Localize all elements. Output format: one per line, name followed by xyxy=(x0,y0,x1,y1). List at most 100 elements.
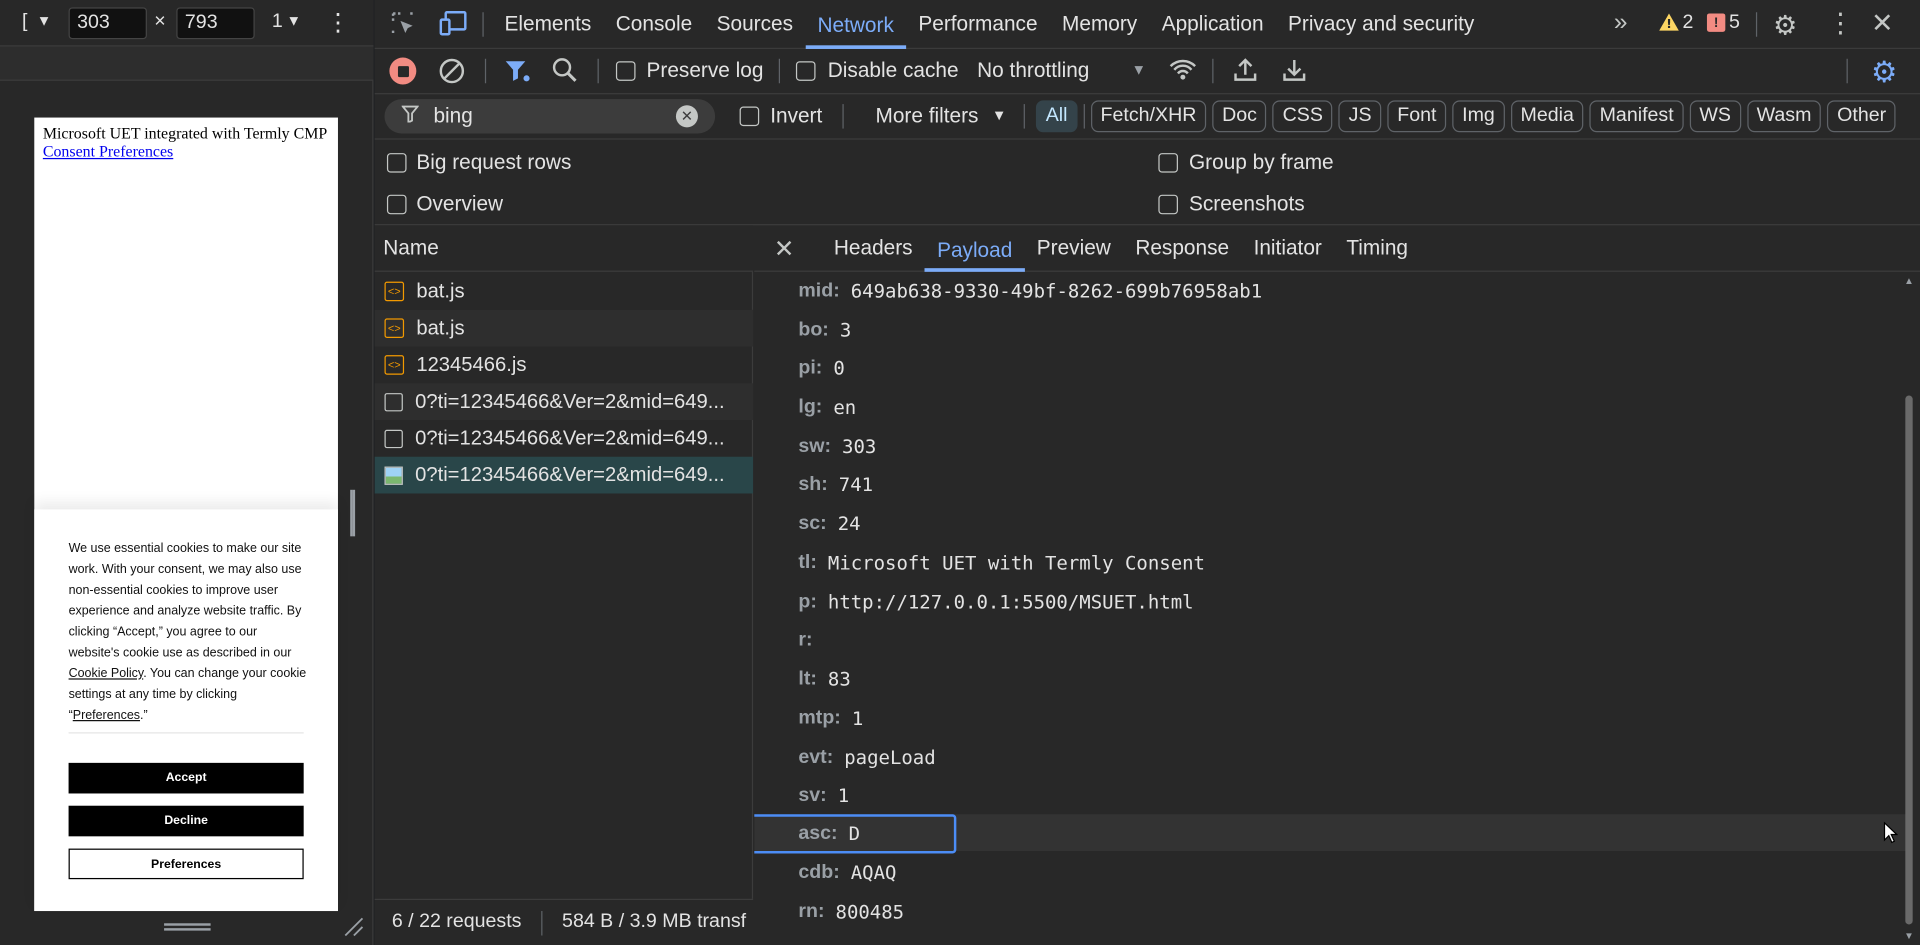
overview-checkbox[interactable] xyxy=(386,194,407,215)
tab-application[interactable]: Application xyxy=(1149,12,1275,36)
chevron-down-icon[interactable]: ▼ xyxy=(1131,61,1146,78)
payload-param[interactable]: mtp: 1 xyxy=(798,704,863,733)
payload-param[interactable]: sc: 24 xyxy=(798,509,860,538)
payload-param[interactable]: bo: 3 xyxy=(798,316,851,345)
request-row[interactable]: <> bat.js xyxy=(374,309,754,347)
request-row[interactable]: 0?ti=12345466&Ver=2&mid=649... xyxy=(374,383,754,421)
tab-elements[interactable]: Elements xyxy=(492,12,603,36)
resize-corner-icon[interactable] xyxy=(343,916,365,938)
tab-privacy-security[interactable]: Privacy and security xyxy=(1276,12,1487,36)
payload-param[interactable]: pi: 0 xyxy=(798,354,844,383)
close-detail-icon[interactable]: ✕ xyxy=(774,234,795,265)
request-row[interactable]: <> 12345466.js xyxy=(375,347,753,384)
tab-network[interactable]: Network xyxy=(805,0,907,49)
network-settings-gear-icon[interactable]: ⚙ xyxy=(1871,55,1897,91)
scrollbar-thumb[interactable] xyxy=(1905,395,1913,925)
device-width-input[interactable]: 303 xyxy=(68,7,147,40)
dpr-select[interactable]: 1 xyxy=(272,11,283,33)
type-filter-manifest[interactable]: Manifest xyxy=(1589,100,1684,133)
clear-icon[interactable] xyxy=(438,58,465,85)
throttling-select[interactable]: No throttling xyxy=(977,59,1089,83)
consent-preferences-link[interactable]: Consent Preferences xyxy=(43,142,173,160)
invert-checkbox[interactable] xyxy=(739,106,760,127)
clear-filter-icon[interactable]: ✕ xyxy=(675,105,698,128)
accept-button[interactable]: Accept xyxy=(68,762,304,794)
device-height-input[interactable]: 793 xyxy=(176,7,255,40)
type-filter-ws[interactable]: WS xyxy=(1689,100,1741,133)
device-toolbar-icon[interactable] xyxy=(438,10,467,37)
more-options-icon[interactable]: ⋮ xyxy=(326,7,350,38)
record-stop-icon[interactable] xyxy=(389,57,417,85)
inspect-element-icon[interactable] xyxy=(389,10,416,37)
tab-response[interactable]: Response xyxy=(1123,236,1241,260)
payload-param[interactable]: lg: en xyxy=(798,393,856,422)
tab-headers[interactable]: Headers xyxy=(822,236,925,260)
tab-sources[interactable]: Sources xyxy=(704,12,805,36)
type-filter-all[interactable]: All xyxy=(1035,100,1078,133)
more-options-icon[interactable]: ⋮ xyxy=(1827,7,1854,39)
tab-timing[interactable]: Timing xyxy=(1334,236,1420,260)
search-icon[interactable] xyxy=(551,56,578,83)
filter-input[interactable]: bing xyxy=(433,104,472,128)
tab-memory[interactable]: Memory xyxy=(1050,12,1150,36)
tab-payload[interactable]: Payload xyxy=(924,225,1025,272)
close-devtools-icon[interactable]: ✕ xyxy=(1871,7,1894,39)
error-icon[interactable]: ! xyxy=(1706,13,1726,32)
decline-button[interactable]: Decline xyxy=(68,805,304,837)
disable-cache-checkbox[interactable] xyxy=(795,61,816,81)
resize-handle-bottom[interactable] xyxy=(164,923,211,931)
payload-param[interactable]: cdb: AQAQ xyxy=(798,858,896,887)
payload-param[interactable]: sw: 303 xyxy=(798,432,876,461)
scroll-down-icon[interactable]: ▼ xyxy=(1904,931,1914,942)
request-row-selected[interactable]: 0?ti=12345466&Ver=2&mid=649... xyxy=(374,456,754,494)
payload-param[interactable]: sv: 1 xyxy=(798,781,849,810)
preferences-inline-link[interactable]: Preferences xyxy=(73,709,140,722)
request-row[interactable]: 0?ti=12345466&Ver=2&mid=649... xyxy=(375,420,753,457)
payload-param[interactable]: mid: 649ab638-9330-49bf-8262-699b76958ab1 xyxy=(798,277,1262,306)
type-filter-img[interactable]: Img xyxy=(1452,100,1505,133)
warning-icon[interactable]: ! xyxy=(1658,12,1680,32)
type-filter-fetch-xhr[interactable]: Fetch/XHR xyxy=(1090,100,1207,133)
cookie-policy-link[interactable]: Cookie Policy xyxy=(69,667,144,680)
type-filter-doc[interactable]: Doc xyxy=(1212,100,1267,133)
tab-initiator[interactable]: Initiator xyxy=(1241,236,1334,260)
group-by-frame-checkbox[interactable] xyxy=(1158,153,1178,173)
type-filter-wasm[interactable]: Wasm xyxy=(1746,100,1822,133)
device-mode-label[interactable]: [ xyxy=(22,11,27,33)
resize-handle-right[interactable] xyxy=(350,489,356,537)
screenshots-checkbox[interactable] xyxy=(1158,194,1178,215)
payload-param[interactable]: sh: 741 xyxy=(798,470,873,499)
payload-param[interactable]: lt: 83 xyxy=(798,665,850,694)
filter-icon[interactable] xyxy=(504,59,531,83)
preferences-button[interactable]: Preferences xyxy=(68,848,304,880)
settings-gear-icon[interactable]: ⚙ xyxy=(1773,10,1797,42)
payload-param[interactable]: r: xyxy=(798,626,823,655)
tab-console[interactable]: Console xyxy=(604,12,705,36)
type-filter-media[interactable]: Media xyxy=(1510,100,1584,133)
chevron-down-icon[interactable]: ▼ xyxy=(287,12,302,29)
payload-param[interactable]: evt: pageLoad xyxy=(798,743,935,772)
chevron-down-icon[interactable]: ▼ xyxy=(992,107,1007,124)
request-row[interactable]: <> bat.js xyxy=(375,273,753,310)
payload-param[interactable]: tl: Microsoft UET with Termly Consent xyxy=(798,549,1205,578)
type-filter-css[interactable]: CSS xyxy=(1272,100,1333,133)
chevron-down-icon[interactable]: ▼ xyxy=(37,12,52,29)
name-column-header[interactable]: Name xyxy=(383,236,439,260)
network-conditions-icon[interactable] xyxy=(1168,56,1197,83)
import-har-icon[interactable] xyxy=(1232,56,1259,83)
filter-input-box[interactable]: bing ✕ xyxy=(384,99,716,134)
scroll-up-icon[interactable]: ▲ xyxy=(1904,276,1914,287)
tab-performance[interactable]: Performance xyxy=(906,12,1050,36)
type-filter-font[interactable]: Font xyxy=(1387,100,1447,133)
payload-param-selected[interactable]: asc: D xyxy=(798,819,860,848)
export-har-icon[interactable] xyxy=(1281,56,1308,83)
more-filters-dropdown[interactable]: More filters xyxy=(876,104,979,128)
big-request-rows-checkbox[interactable] xyxy=(386,153,407,173)
payload-param[interactable]: rn: 800485 xyxy=(798,898,904,927)
more-tabs-icon[interactable]: » xyxy=(1614,9,1628,37)
tab-preview[interactable]: Preview xyxy=(1025,236,1124,260)
payload-param[interactable]: p: http://127.0.0.1:5500/MSUET.html xyxy=(798,588,1193,617)
payload-scrollbar[interactable]: ▲ ▼ xyxy=(1900,273,1917,945)
preserve-log-checkbox[interactable] xyxy=(615,61,636,81)
type-filter-other[interactable]: Other xyxy=(1827,100,1896,133)
